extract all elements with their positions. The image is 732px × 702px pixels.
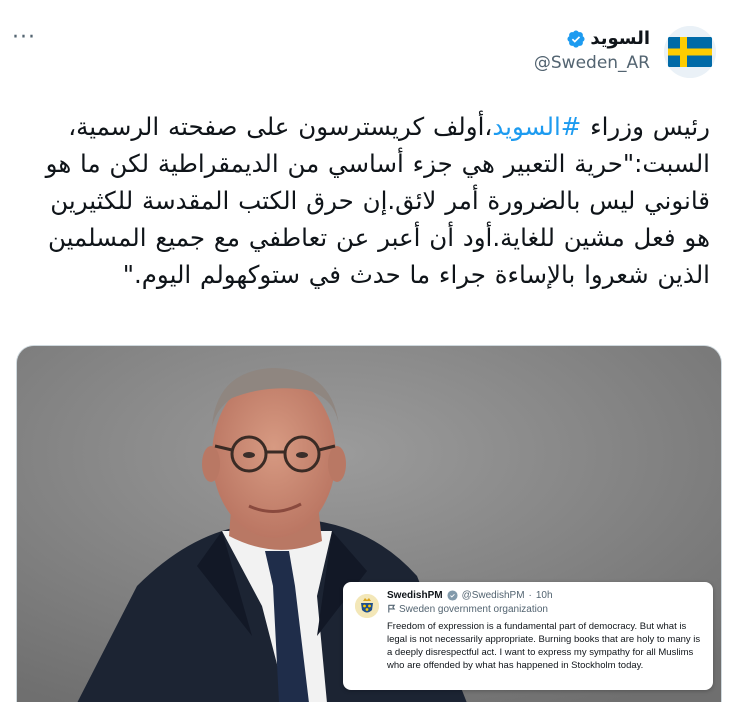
verified-badge-icon [567, 29, 585, 48]
embedded-separator: · [528, 590, 532, 601]
embedded-display-name: SwedishPM [387, 590, 443, 601]
embedded-handle: @SwedishPM [461, 590, 525, 601]
embedded-tweet-card: SwedishPM @SwedishPM · 10h Sweden govern… [343, 582, 713, 690]
embedded-org-label-row: Sweden government organization [387, 604, 703, 615]
author-names: السويد @Sweden_AR [534, 28, 650, 73]
sweden-flag-icon [664, 26, 716, 78]
display-name-row: السويد [534, 28, 650, 49]
embedded-tweet-header: SwedishPM @SwedishPM · 10h [387, 590, 703, 601]
author-avatar[interactable] [664, 26, 716, 78]
tweet-media-photo[interactable]: SwedishPM @SwedishPM · 10h Sweden govern… [16, 345, 722, 702]
embedded-time: 10h [535, 590, 553, 601]
embedded-verified-icon [447, 590, 458, 601]
flag-outline-icon [388, 604, 396, 613]
tweet-text-start: رئيس وزراء [581, 112, 710, 141]
hashtag-link[interactable]: #السويد [492, 112, 581, 141]
tweet-header: ··· السويد @Sweden_AR [0, 26, 732, 86]
tweet-text: رئيس وزراء #السويد،أولف كريسترسون على صف… [20, 108, 710, 293]
swedish-crest-icon [355, 594, 379, 618]
embedded-avatar [355, 594, 379, 618]
display-name[interactable]: السويد [590, 28, 650, 49]
embedded-tweet-body: Freedom of expression is a fundamental p… [387, 621, 701, 671]
embedded-org-label: Sweden government organization [399, 604, 548, 615]
more-options-icon[interactable]: ··· [12, 27, 52, 56]
author-handle[interactable]: @Sweden_AR [534, 53, 650, 73]
